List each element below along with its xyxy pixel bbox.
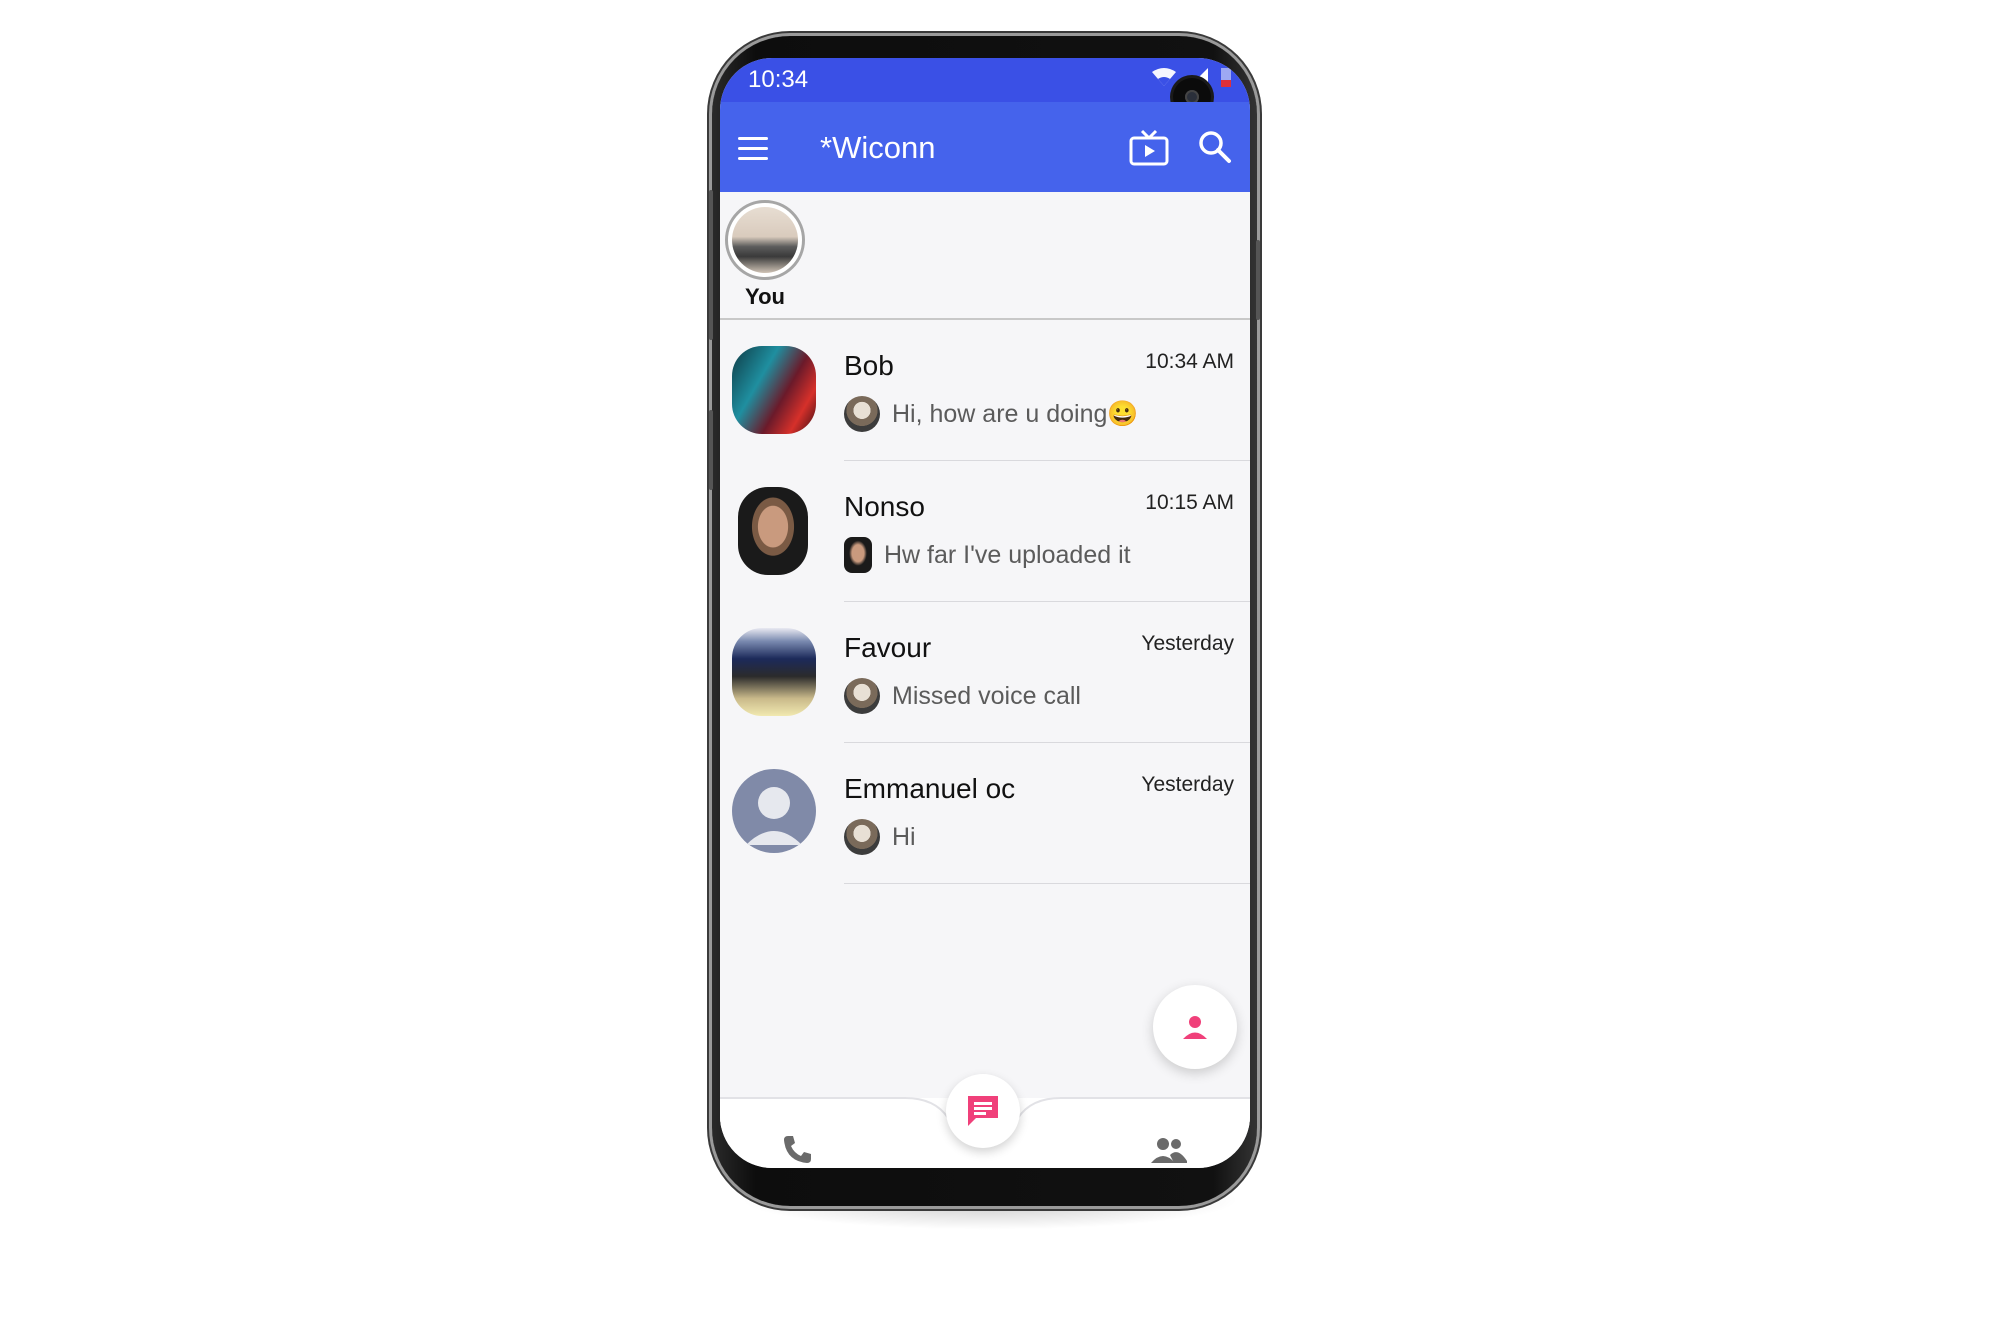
group-icon[interactable] — [1150, 1135, 1188, 1165]
sender-avatar — [844, 396, 880, 432]
message-preview: Missed voice call — [844, 678, 1081, 714]
sender-avatar — [844, 819, 880, 855]
my-status-avatar[interactable] — [725, 200, 805, 280]
chat-list: Bob 10:34 AM Hi, how are u doing😀 Nonso … — [720, 320, 1250, 884]
phone-side-button — [1256, 240, 1260, 320]
battery-icon — [1221, 68, 1231, 87]
phone-screen: 10:34 *Wiconn You Bob 10:34 AM Hi, how a… — [720, 58, 1250, 1168]
status-strip: You — [720, 192, 1250, 320]
message-time: 10:34 AM — [1145, 350, 1234, 373]
contact-name: Bob — [844, 350, 894, 381]
app-bar: *Wiconn — [720, 102, 1250, 192]
status-time: 10:34 — [748, 66, 809, 93]
contact-name: Favour — [844, 632, 932, 663]
default-avatar-icon — [732, 769, 816, 853]
message-text: Missed voice call — [892, 681, 1081, 710]
avatar — [732, 346, 816, 434]
phone-icon[interactable] — [780, 1133, 814, 1167]
phone-side-button — [709, 410, 713, 490]
message-text: Hw far I've uploaded it — [884, 540, 1131, 569]
message-text: Hi, how are u doing😀 — [892, 399, 1139, 428]
chat-item-favour[interactable]: Favour Yesterday Missed voice call — [720, 602, 1250, 743]
message-time: Yesterday — [1141, 773, 1234, 796]
message-text: Hi — [892, 822, 916, 851]
chat-item-emmanuel[interactable]: Emmanuel oc Yesterday Hi — [720, 743, 1250, 884]
chat-item-nonso[interactable]: Nonso 10:15 AM Hw far I've uploaded it — [720, 461, 1250, 602]
search-icon[interactable] — [1195, 128, 1235, 168]
app-title: *Wiconn — [820, 130, 936, 165]
status-bar: 10:34 — [720, 58, 1250, 102]
tv-icon[interactable] — [1128, 128, 1170, 168]
sender-avatar — [844, 537, 872, 573]
divider — [844, 883, 1250, 884]
message-time: Yesterday — [1141, 632, 1234, 655]
chats-tab-button[interactable] — [946, 1074, 1020, 1148]
chat-item-bob[interactable]: Bob 10:34 AM Hi, how are u doing😀 — [720, 320, 1250, 461]
new-contact-button[interactable] — [1153, 985, 1237, 1069]
person-icon — [1183, 1016, 1207, 1039]
sender-avatar — [844, 678, 880, 714]
avatar — [738, 487, 808, 575]
phone-side-button — [709, 190, 713, 340]
you-label: You — [745, 284, 785, 309]
contact-name: Nonso — [844, 491, 925, 522]
menu-icon[interactable] — [732, 124, 780, 172]
avatar — [732, 628, 816, 716]
message-time: 10:15 AM — [1145, 491, 1234, 514]
contact-name: Emmanuel oc — [844, 773, 1016, 804]
message-preview: Hw far I've uploaded it — [844, 537, 1131, 573]
message-preview: Hi — [844, 819, 916, 855]
wifi-icon — [1152, 68, 1176, 86]
chat-icon — [968, 1096, 998, 1126]
status-thumbnail — [732, 207, 798, 273]
message-preview: Hi, how are u doing😀 — [844, 396, 1139, 432]
